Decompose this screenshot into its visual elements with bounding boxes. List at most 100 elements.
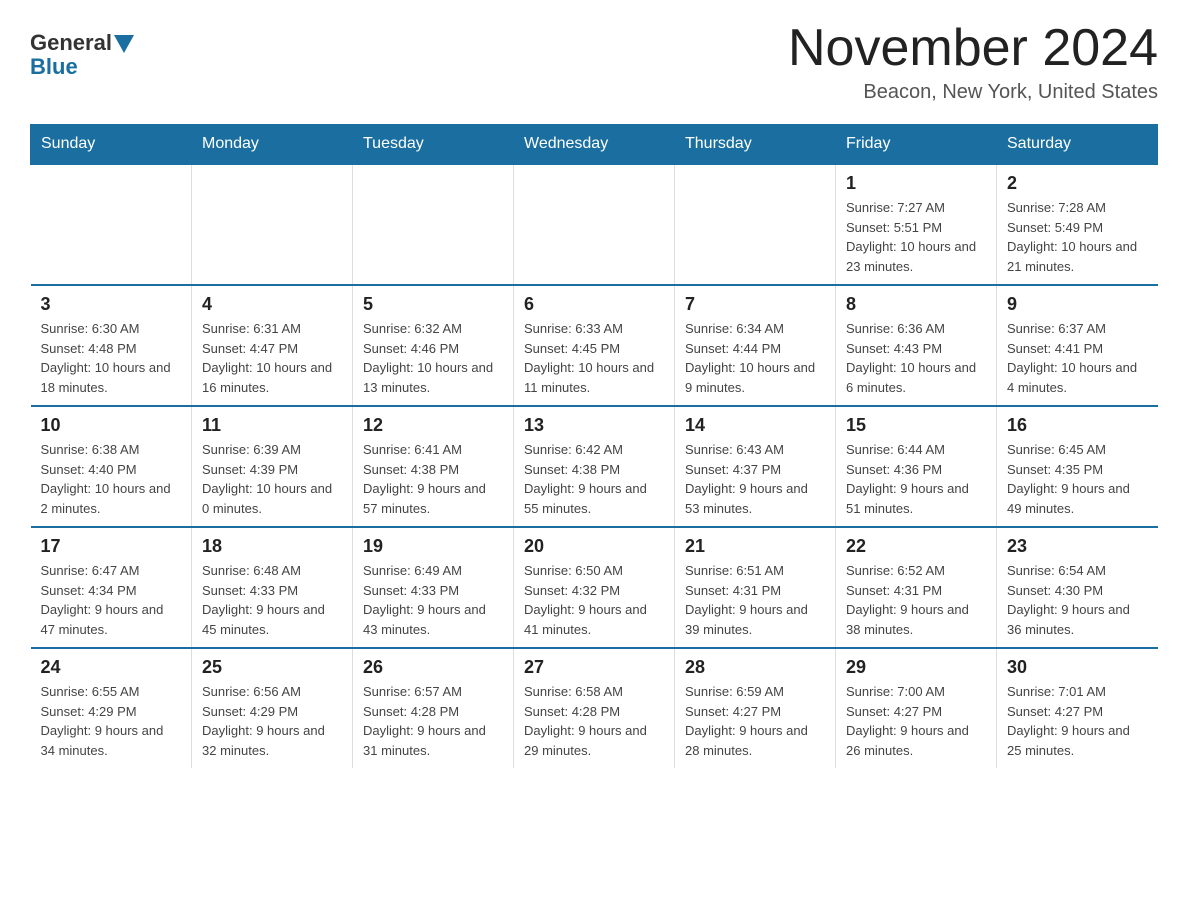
calendar-table: SundayMondayTuesdayWednesdayThursdayFrid…	[30, 124, 1158, 768]
logo-general: General	[30, 30, 134, 56]
calendar-cell: 24 Sunrise: 6:55 AMSunset: 4:29 PMDayligh…	[31, 648, 192, 768]
calendar-cell	[192, 164, 353, 285]
calendar-cell: 21Sunrise: 6:51 AMSunset: 4:31 PMDayligh…	[675, 527, 836, 648]
day-info: Sunrise: 6:33 AMSunset: 4:45 PMDaylight:…	[524, 319, 664, 397]
day-info: Sunrise: 6:37 AMSunset: 4:41 PMDaylight:…	[1007, 319, 1148, 397]
day-number: 20	[524, 536, 664, 557]
day-number: 26	[363, 657, 503, 678]
calendar-cell: 28 Sunrise: 6:59 AMSunset: 4:27 PMDayligh…	[675, 648, 836, 768]
day-number: 25	[202, 657, 342, 678]
day-info: Sunrise: 6:47 AMSunset: 4:34 PMDaylight:…	[41, 561, 182, 639]
calendar-cell: 11 Sunrise: 6:39 AMSunset: 4:39 PMDayligh…	[192, 406, 353, 527]
calendar-cell: 16 Sunrise: 6:45 AMSunset: 4:35 PMDayligh…	[997, 406, 1158, 527]
day-info: Sunrise: 6:45 AMSunset: 4:35 PMDaylight:…	[1007, 440, 1148, 518]
calendar-cell: 5Sunrise: 6:32 AMSunset: 4:46 PMDaylight…	[353, 285, 514, 406]
day-number: 10	[41, 415, 182, 436]
day-info: Sunrise: 6:34 AMSunset: 4:44 PMDaylight:…	[685, 319, 825, 397]
calendar-week-row: 3 Sunrise: 6:30 AMSunset: 4:48 PMDaylight…	[31, 285, 1158, 406]
weekday-header-row: SundayMondayTuesdayWednesdayThursdayFrid…	[31, 125, 1158, 165]
calendar-cell: 13Sunrise: 6:42 AMSunset: 4:38 PMDayligh…	[514, 406, 675, 527]
day-info: Sunrise: 6:55 AMSunset: 4:29 PMDaylight:…	[41, 682, 182, 760]
day-info: Sunrise: 6:48 AMSunset: 4:33 PMDaylight:…	[202, 561, 342, 639]
calendar-cell: 29 Sunrise: 7:00 AMSunset: 4:27 PMDayligh…	[836, 648, 997, 768]
day-number: 2	[1007, 173, 1148, 194]
logo-blue-text: Blue	[30, 54, 78, 80]
day-number: 14	[685, 415, 825, 436]
logo-general-text: General	[30, 30, 112, 56]
calendar-cell: 9 Sunrise: 6:37 AMSunset: 4:41 PMDaylight…	[997, 285, 1158, 406]
day-number: 11	[202, 415, 342, 436]
weekday-header-saturday: Saturday	[997, 125, 1158, 165]
calendar-cell: 20 Sunrise: 6:50 AMSunset: 4:32 PMDayligh…	[514, 527, 675, 648]
day-number: 29	[846, 657, 986, 678]
day-info: Sunrise: 6:52 AMSunset: 4:31 PMDaylight:…	[846, 561, 986, 639]
logo: General Blue	[30, 20, 134, 80]
day-info: Sunrise: 6:36 AMSunset: 4:43 PMDaylight:…	[846, 319, 986, 397]
day-number: 6	[524, 294, 664, 315]
day-number: 28	[685, 657, 825, 678]
calendar-cell: 10Sunrise: 6:38 AMSunset: 4:40 PMDayligh…	[31, 406, 192, 527]
calendar-cell: 19Sunrise: 6:49 AMSunset: 4:33 PMDayligh…	[353, 527, 514, 648]
day-number: 12	[363, 415, 503, 436]
day-number: 8	[846, 294, 986, 315]
calendar-cell: 17Sunrise: 6:47 AMSunset: 4:34 PMDayligh…	[31, 527, 192, 648]
weekday-header-friday: Friday	[836, 125, 997, 165]
day-number: 3	[41, 294, 182, 315]
day-info: Sunrise: 6:50 AMSunset: 4:32 PMDaylight:…	[524, 561, 664, 639]
calendar-cell: 27Sunrise: 6:58 AMSunset: 4:28 PMDayligh…	[514, 648, 675, 768]
day-info: Sunrise: 6:54 AMSunset: 4:30 PMDaylight:…	[1007, 561, 1148, 639]
month-title: November 2024	[788, 20, 1158, 77]
calendar-week-row: 10Sunrise: 6:38 AMSunset: 4:40 PMDayligh…	[31, 406, 1158, 527]
day-info: Sunrise: 6:49 AMSunset: 4:33 PMDaylight:…	[363, 561, 503, 639]
calendar-cell: 1 Sunrise: 7:27 AMSunset: 5:51 PMDaylight…	[836, 164, 997, 285]
day-info: Sunrise: 6:31 AMSunset: 4:47 PMDaylight:…	[202, 319, 342, 397]
day-info: Sunrise: 6:59 AMSunset: 4:27 PMDaylight:…	[685, 682, 825, 760]
day-number: 16	[1007, 415, 1148, 436]
day-number: 24	[41, 657, 182, 678]
calendar-cell: 6 Sunrise: 6:33 AMSunset: 4:45 PMDaylight…	[514, 285, 675, 406]
calendar-cell: 7Sunrise: 6:34 AMSunset: 4:44 PMDaylight…	[675, 285, 836, 406]
calendar-cell: 4Sunrise: 6:31 AMSunset: 4:47 PMDaylight…	[192, 285, 353, 406]
calendar-week-row: 1 Sunrise: 7:27 AMSunset: 5:51 PMDaylight…	[31, 164, 1158, 285]
calendar-cell: 25 Sunrise: 6:56 AMSunset: 4:29 PMDayligh…	[192, 648, 353, 768]
day-info: Sunrise: 6:39 AMSunset: 4:39 PMDaylight:…	[202, 440, 342, 518]
calendar-cell	[675, 164, 836, 285]
day-info: Sunrise: 6:58 AMSunset: 4:28 PMDaylight:…	[524, 682, 664, 760]
calendar-cell: 15Sunrise: 6:44 AMSunset: 4:36 PMDayligh…	[836, 406, 997, 527]
page-header: General Blue November 2024 Beacon, New Y…	[30, 20, 1158, 104]
day-number: 30	[1007, 657, 1148, 678]
day-info: Sunrise: 7:00 AMSunset: 4:27 PMDaylight:…	[846, 682, 986, 760]
weekday-header-sunday: Sunday	[31, 125, 192, 165]
day-info: Sunrise: 7:01 AMSunset: 4:27 PMDaylight:…	[1007, 682, 1148, 760]
calendar-cell: 30 Sunrise: 7:01 AMSunset: 4:27 PMDayligh…	[997, 648, 1158, 768]
day-number: 18	[202, 536, 342, 557]
calendar-cell: 26Sunrise: 6:57 AMSunset: 4:28 PMDayligh…	[353, 648, 514, 768]
calendar-week-row: 17Sunrise: 6:47 AMSunset: 4:34 PMDayligh…	[31, 527, 1158, 648]
calendar-cell: 14Sunrise: 6:43 AMSunset: 4:37 PMDayligh…	[675, 406, 836, 527]
weekday-header-monday: Monday	[192, 125, 353, 165]
day-info: Sunrise: 6:56 AMSunset: 4:29 PMDaylight:…	[202, 682, 342, 760]
weekday-header-thursday: Thursday	[675, 125, 836, 165]
calendar-week-row: 24 Sunrise: 6:55 AMSunset: 4:29 PMDayligh…	[31, 648, 1158, 768]
day-number: 23	[1007, 536, 1148, 557]
calendar-cell	[514, 164, 675, 285]
day-info: Sunrise: 6:42 AMSunset: 4:38 PMDaylight:…	[524, 440, 664, 518]
calendar-cell: 3 Sunrise: 6:30 AMSunset: 4:48 PMDaylight…	[31, 285, 192, 406]
day-info: Sunrise: 6:41 AMSunset: 4:38 PMDaylight:…	[363, 440, 503, 518]
logo-triangle-icon	[114, 35, 134, 53]
location-subtitle: Beacon, New York, United States	[788, 81, 1158, 104]
day-info: Sunrise: 6:30 AMSunset: 4:48 PMDaylight:…	[41, 319, 182, 397]
calendar-cell: 22Sunrise: 6:52 AMSunset: 4:31 PMDayligh…	[836, 527, 997, 648]
day-number: 21	[685, 536, 825, 557]
day-number: 15	[846, 415, 986, 436]
calendar-cell: 12 Sunrise: 6:41 AMSunset: 4:38 PMDayligh…	[353, 406, 514, 527]
calendar-cell: 8 Sunrise: 6:36 AMSunset: 4:43 PMDaylight…	[836, 285, 997, 406]
day-number: 1	[846, 173, 986, 194]
calendar-cell	[31, 164, 192, 285]
day-info: Sunrise: 7:27 AMSunset: 5:51 PMDaylight:…	[846, 198, 986, 276]
day-number: 9	[1007, 294, 1148, 315]
calendar-cell: 23 Sunrise: 6:54 AMSunset: 4:30 PMDayligh…	[997, 527, 1158, 648]
calendar-cell	[353, 164, 514, 285]
calendar-cell: 2Sunrise: 7:28 AMSunset: 5:49 PMDaylight…	[997, 164, 1158, 285]
calendar-cell: 18 Sunrise: 6:48 AMSunset: 4:33 PMDayligh…	[192, 527, 353, 648]
